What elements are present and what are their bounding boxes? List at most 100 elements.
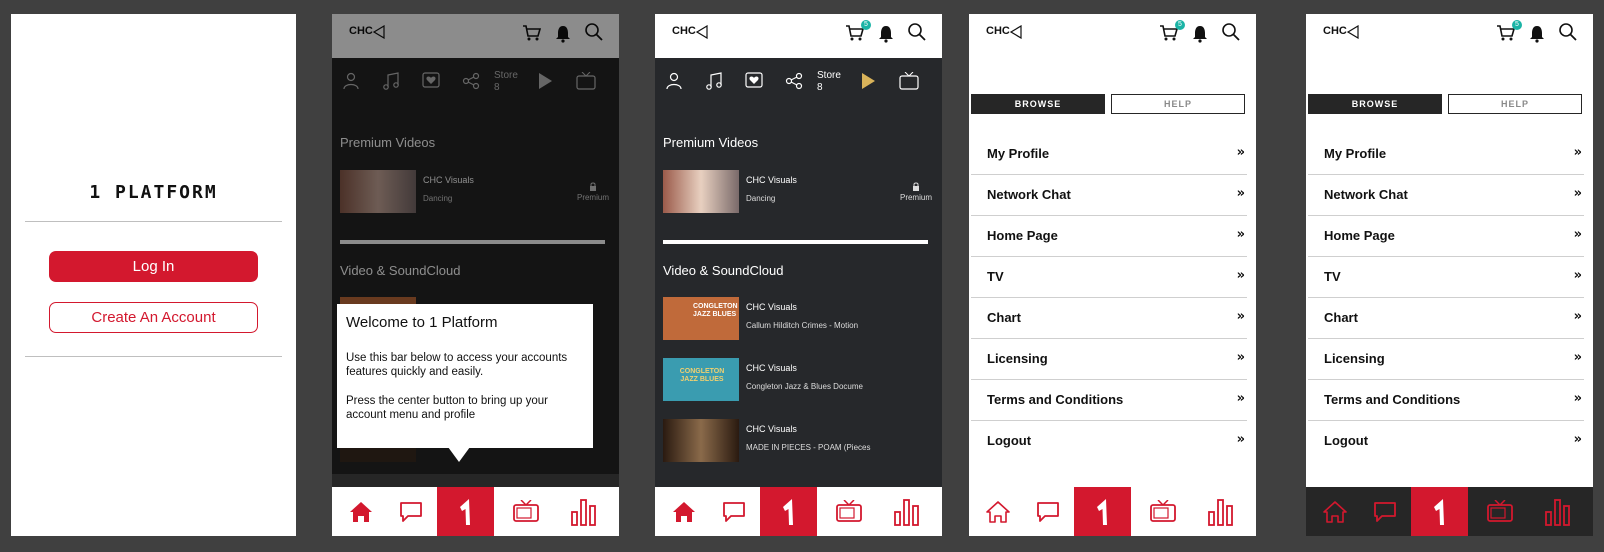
nav-platform-button[interactable] bbox=[1411, 487, 1468, 536]
menu-item-terms[interactable]: Terms and Conditions» bbox=[1308, 379, 1584, 421]
nav-platform-button[interactable] bbox=[437, 487, 494, 536]
logo-mark-icon bbox=[1010, 25, 1022, 39]
login-button[interactable]: Log In bbox=[49, 251, 258, 282]
tab-browse[interactable]: BROWSE bbox=[971, 94, 1105, 114]
menu-item-my-profile[interactable]: My Profile» bbox=[971, 133, 1247, 175]
video-channel: CHC Visuals bbox=[746, 302, 797, 312]
search-icon[interactable] bbox=[907, 22, 929, 44]
play-icon[interactable] bbox=[859, 72, 881, 94]
home-feed-screen: CHC 5 Store 8 Premium Videos CHC Visuals … bbox=[655, 14, 942, 536]
platform-logo-icon bbox=[459, 498, 470, 525]
menu-screen: CHC 5 BROWSE HELP My Profile» Network Ch… bbox=[969, 14, 1256, 536]
chc-logo[interactable]: CHC bbox=[986, 25, 1026, 47]
nav-platform-button[interactable] bbox=[1074, 487, 1131, 536]
divider bbox=[25, 221, 282, 222]
video-title: Dancing bbox=[746, 194, 776, 203]
menu-item-network-chat[interactable]: Network Chat» bbox=[971, 174, 1247, 216]
search-icon[interactable] bbox=[1221, 22, 1243, 44]
nav-tv-icon[interactable] bbox=[1134, 487, 1191, 536]
divider bbox=[25, 356, 282, 357]
menu-item-home-page[interactable]: Home Page» bbox=[971, 215, 1247, 257]
menu-item-chart[interactable]: Chart» bbox=[971, 297, 1247, 339]
tab-browse[interactable]: BROWSE bbox=[1308, 94, 1442, 114]
menu-screen-dark-nav: CHC 5 BROWSE HELP My Profile» Network Ch… bbox=[1306, 14, 1593, 536]
cart-icon[interactable]: 5 bbox=[845, 20, 871, 46]
menu-item-licensing[interactable]: Licensing» bbox=[971, 338, 1247, 380]
cart-badge: 5 bbox=[861, 20, 871, 30]
popup-text: Use this bar below to access your accoun… bbox=[346, 352, 568, 378]
nav-tv-icon[interactable] bbox=[1471, 487, 1528, 536]
nav-chat-icon[interactable] bbox=[1356, 487, 1413, 536]
nav-tv-icon[interactable] bbox=[497, 487, 554, 536]
nav-home-icon[interactable] bbox=[655, 487, 712, 536]
create-account-button[interactable]: Create An Account bbox=[49, 302, 258, 333]
nav-chat-icon[interactable] bbox=[705, 487, 762, 536]
nav-chart-icon[interactable] bbox=[1529, 487, 1586, 536]
menu-item-network-chat[interactable]: Network Chat» bbox=[1308, 174, 1584, 216]
lock-icon bbox=[912, 182, 919, 191]
category-row: Store 8 bbox=[655, 58, 942, 108]
nav-home-icon[interactable] bbox=[1306, 487, 1363, 536]
search-icon[interactable] bbox=[1558, 22, 1580, 44]
chc-logo[interactable]: CHC bbox=[1323, 25, 1363, 47]
section-title: Video & SoundCloud bbox=[663, 263, 784, 278]
video-channel: CHC Visuals bbox=[746, 175, 797, 185]
video-channel: CHC Visuals bbox=[746, 424, 797, 434]
welcome-popup: Welcome to 1 Platform Use this bar below… bbox=[337, 304, 593, 448]
section-divider bbox=[663, 240, 928, 244]
premium-badge: Premium bbox=[900, 182, 932, 202]
bottom-nav bbox=[1306, 487, 1593, 536]
tv-icon[interactable] bbox=[899, 71, 921, 94]
popup-pointer bbox=[448, 447, 470, 462]
cart-icon[interactable]: 5 bbox=[1496, 20, 1522, 46]
platform-logo-icon bbox=[1433, 498, 1444, 525]
nav-chat-icon[interactable] bbox=[382, 487, 439, 536]
bell-icon[interactable] bbox=[1192, 25, 1212, 45]
bell-icon[interactable] bbox=[878, 25, 898, 45]
popup-text: Press the center button to bring up your… bbox=[346, 395, 549, 421]
menu-item-licensing[interactable]: Licensing» bbox=[1308, 338, 1584, 380]
menu-item-logout[interactable]: Logout» bbox=[1308, 420, 1584, 461]
platform-logo-icon bbox=[1096, 498, 1107, 525]
favorite-icon[interactable] bbox=[745, 72, 767, 94]
video-thumbnail[interactable]: CONGLETON JAZZ BLUES bbox=[663, 297, 739, 340]
top-bar: CHC 5 bbox=[655, 14, 942, 58]
nav-chat-icon[interactable] bbox=[1019, 487, 1076, 536]
video-title: Congleton Jazz & Blues Docume bbox=[746, 382, 863, 391]
logo-mark-icon bbox=[1347, 25, 1359, 39]
nav-platform-button[interactable] bbox=[760, 487, 817, 536]
login-screen: 1 PLATFORM Log In Create An Account bbox=[11, 14, 296, 536]
nav-tv-icon[interactable] bbox=[820, 487, 877, 536]
nav-home-icon[interactable] bbox=[969, 487, 1026, 536]
nav-chart-icon[interactable] bbox=[555, 487, 612, 536]
platform-logo-icon bbox=[782, 498, 793, 525]
popup-title: Welcome to 1 Platform bbox=[346, 314, 498, 331]
bottom-nav bbox=[332, 487, 619, 536]
menu-item-terms[interactable]: Terms and Conditions» bbox=[971, 379, 1247, 421]
logo-mark-icon bbox=[696, 25, 708, 39]
share-icon[interactable] bbox=[785, 72, 807, 94]
menu-item-logout[interactable]: Logout» bbox=[971, 420, 1247, 461]
top-bar: CHC 5 bbox=[969, 14, 1256, 58]
menu-item-tv[interactable]: TV» bbox=[971, 256, 1247, 298]
cart-icon[interactable]: 5 bbox=[1159, 20, 1185, 46]
menu-item-tv[interactable]: TV» bbox=[1308, 256, 1584, 298]
section-title: Premium Videos bbox=[663, 135, 759, 150]
menu-item-my-profile[interactable]: My Profile» bbox=[1308, 133, 1584, 175]
video-thumbnail[interactable] bbox=[663, 419, 739, 462]
nav-chart-icon[interactable] bbox=[878, 487, 935, 536]
video-thumbnail[interactable]: CONGLETON JAZZ BLUES bbox=[663, 358, 739, 401]
video-thumbnail[interactable] bbox=[663, 170, 739, 213]
nav-chart-icon[interactable] bbox=[1192, 487, 1249, 536]
tab-help[interactable]: HELP bbox=[1111, 94, 1245, 114]
menu-item-home-page[interactable]: Home Page» bbox=[1308, 215, 1584, 257]
tab-help[interactable]: HELP bbox=[1448, 94, 1582, 114]
top-bar: CHC 5 bbox=[1306, 14, 1593, 58]
nav-home-icon[interactable] bbox=[332, 487, 389, 536]
chc-logo[interactable]: CHC bbox=[672, 25, 712, 47]
store-link[interactable]: Store 8 bbox=[817, 70, 841, 94]
menu-item-chart[interactable]: Chart» bbox=[1308, 297, 1584, 339]
bell-icon[interactable] bbox=[1529, 25, 1549, 45]
person-icon[interactable] bbox=[665, 72, 687, 94]
music-icon[interactable] bbox=[705, 72, 727, 94]
